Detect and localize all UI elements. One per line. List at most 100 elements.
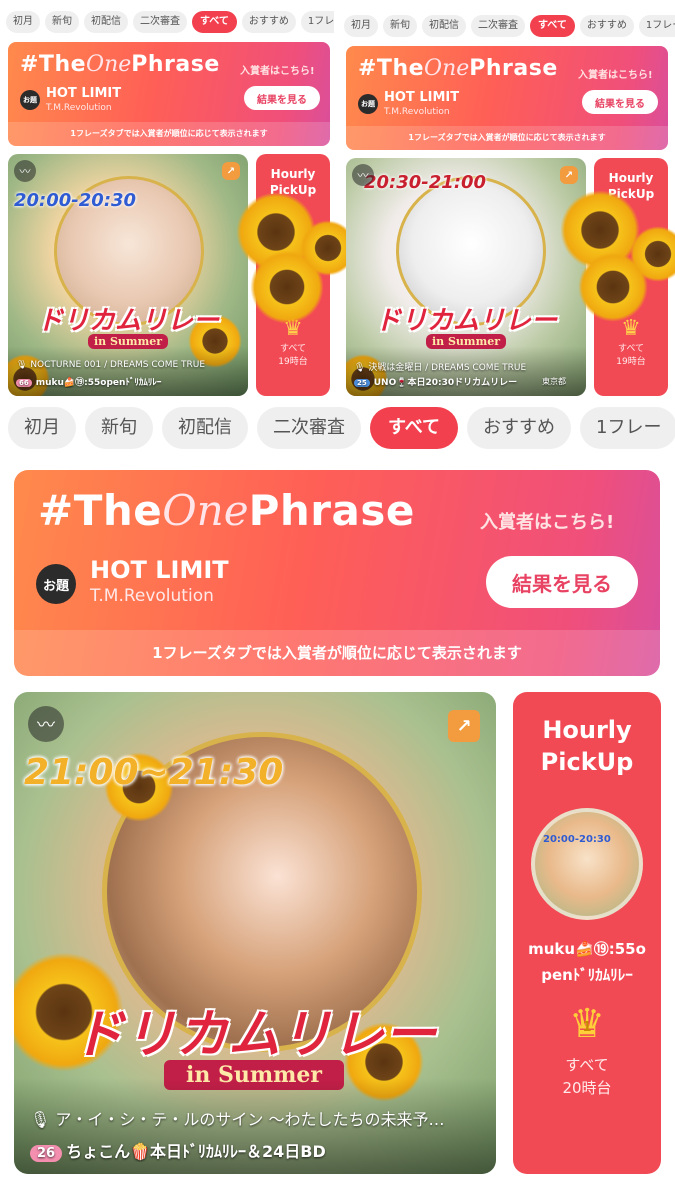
pickup-hour: 20時台 bbox=[562, 1079, 612, 1097]
pickup-title: Hourly PickUp bbox=[540, 716, 634, 776]
pickup-avatar-time: 20:00-20:30 bbox=[543, 834, 611, 845]
trending-up-icon: ↗ bbox=[222, 162, 240, 180]
tab-second-review[interactable]: 二次審査 bbox=[471, 15, 525, 37]
sound-wave-icon: 〰 bbox=[352, 164, 374, 186]
room-time-slot: 20:00-20:30 bbox=[14, 190, 137, 211]
tab-one-phrase[interactable]: 1フレー bbox=[300, 11, 334, 33]
banner-title-one: One bbox=[162, 486, 249, 535]
banner-title-one: One bbox=[86, 52, 132, 77]
pickup-scope: すべて bbox=[565, 1056, 609, 1074]
pickup-title: Hourly PickUp bbox=[269, 167, 317, 197]
banner-title-suffix: Phrase bbox=[131, 52, 220, 77]
trending-up-icon: ↗ bbox=[560, 166, 578, 184]
room-user-line: 25 UNO🍷本日20:30ドリカムリレー bbox=[354, 375, 534, 388]
crown-rank: 1 bbox=[582, 1020, 592, 1035]
winners-link[interactable]: 入賞者はこちら! bbox=[480, 508, 614, 534]
room-time-slot: 21:00~21:30 bbox=[24, 752, 284, 793]
winners-link[interactable]: 入賞者はこちら! bbox=[240, 62, 315, 77]
room-song: ア・イ・シ・テ・ルのサイン 〜わたしたちの未来予… bbox=[55, 1110, 445, 1129]
tab-recommended[interactable]: おすすめ bbox=[579, 15, 634, 37]
banner-note: 1フレーズタブでは入賞者が順位に応じて表示されます bbox=[8, 122, 330, 146]
pickup-avatar[interactable]: 20:00-20:30 bbox=[531, 808, 643, 920]
tab-first-stream[interactable]: 初配信 bbox=[162, 407, 248, 449]
room-time-slot: 20:30-21:00 bbox=[364, 172, 487, 193]
microphone-icon: 🎙 bbox=[30, 1110, 51, 1129]
live-room-card[interactable]: 21:00~21:30 ドリカムリレー in Summer 〰 ↗ 🎙 ア・イ・… bbox=[14, 692, 496, 1174]
banner-note: 1フレーズタブでは入賞者が順位に応じて表示されます bbox=[346, 126, 668, 150]
tab-shinjun[interactable]: 新旬 bbox=[383, 15, 417, 37]
tab-one-phrase[interactable]: 1フレー bbox=[580, 407, 675, 449]
room-song: 決戦は金曜日 / DREAMS COME TRUE bbox=[368, 363, 527, 373]
pickup-scope: すべて bbox=[279, 344, 306, 354]
sound-wave-icon: 〰 bbox=[28, 706, 64, 742]
tab-second-review[interactable]: 二次審査 bbox=[133, 11, 187, 33]
banner-title: #The One Phrase bbox=[358, 56, 558, 81]
pickup-user-name: muku🍰⑲:55openﾄﾞﾘｶﾑﾘﾚｰ bbox=[528, 940, 646, 984]
category-tab-bar: 初月 新旬 初配信 二次審査 すべて おすすめ 1フレー bbox=[344, 14, 675, 38]
room-user-name: muku🍰⑲:55openﾄﾞﾘｶﾑﾘﾚｰ bbox=[35, 378, 162, 388]
banner-title-prefix: #The bbox=[358, 56, 425, 81]
topic-chip: お題 bbox=[20, 90, 40, 110]
view-results-button[interactable]: 結果を見る bbox=[486, 556, 638, 608]
tab-first-stream[interactable]: 初配信 bbox=[84, 11, 128, 33]
room-user-name: ちょこん🍿本日ﾄﾞﾘｶﾑﾘﾚｰ＆24日BD bbox=[66, 1142, 326, 1161]
category-tab-bar: 初月 新旬 初配信 二次審査 すべて おすすめ 1フレー bbox=[8, 406, 675, 450]
view-results-button[interactable]: 結果を見る bbox=[582, 90, 658, 114]
view-results-button[interactable]: 結果を見る bbox=[244, 86, 320, 110]
tab-hatsuzuki[interactable]: 初月 bbox=[344, 15, 378, 37]
tab-first-stream[interactable]: 初配信 bbox=[422, 15, 466, 37]
one-phrase-banner[interactable]: #The One Phrase 入賞者はこちら! お題 HOT LIMIT T.… bbox=[14, 470, 660, 676]
banner-note: 1フレーズタブでは入賞者が順位に応じて表示されます bbox=[14, 630, 660, 676]
user-level-badge: 26 bbox=[30, 1145, 63, 1162]
tab-recommended[interactable]: おすすめ bbox=[241, 11, 296, 33]
microphone-icon: 🎙 bbox=[354, 363, 366, 373]
banner-title-suffix: Phrase bbox=[248, 486, 415, 535]
tab-second-review[interactable]: 二次審査 bbox=[257, 407, 361, 449]
banner-title-one: One bbox=[424, 56, 470, 81]
room-song-line: 🎙 ア・イ・シ・テ・ルのサイン 〜わたしたちの未来予… bbox=[30, 1106, 484, 1130]
pickup-scope: すべて bbox=[617, 344, 644, 354]
microphone-icon: 🎙 bbox=[16, 360, 28, 370]
banner-title: #The One Phrase bbox=[20, 52, 220, 77]
room-song-line: 🎙 決戦は金曜日 / DREAMS COME TRUE bbox=[354, 360, 580, 373]
relay-logo: ドリカムリレー bbox=[71, 1005, 436, 1065]
topic-chip: お題 bbox=[358, 94, 378, 114]
mini-screen-left: 初月 新旬 初配信 二次審査 すべて おすすめ 1フレー #The One Ph… bbox=[0, 0, 356, 400]
tab-hatsuzuki[interactable]: 初月 bbox=[6, 11, 40, 33]
live-room-card[interactable]: 20:00-20:30 ドリカムリレー in Summer 〰 ↗ 🎙 NOCT… bbox=[8, 154, 248, 396]
mini-screen-right: 初月 新旬 初配信 二次審査 すべて おすすめ 1フレー #The One Ph… bbox=[338, 0, 675, 400]
tab-all[interactable]: すべて bbox=[530, 15, 575, 37]
main-screen: 初月 新旬 初配信 二次審査 すべて おすすめ 1フレー #The One Ph… bbox=[0, 402, 675, 1200]
user-level-badge: 66 bbox=[16, 379, 32, 387]
room-user-name: UNO🍷本日20:30ドリカムリレー bbox=[373, 378, 518, 388]
room-song-line: 🎙 NOCTURNE 001 / DREAMS COME TRUE bbox=[16, 360, 242, 370]
relay-logo: ドリカムリレー bbox=[374, 306, 557, 336]
one-phrase-banner[interactable]: #The One Phrase 入賞者はこちら! お題 HOT LIMIT T.… bbox=[8, 42, 330, 146]
hourly-pickup-panel[interactable]: Hourly PickUp 20:00-20:30 muku🍰⑲:55openﾄ… bbox=[513, 692, 661, 1174]
topic-song-title: HOT LIMIT bbox=[46, 86, 122, 101]
topic-artist: T.M.Revolution bbox=[46, 103, 112, 113]
live-room-card[interactable]: 20:30-21:00 ドリカムリレー in Summer 〰 ↗ 🎙 決戦は金… bbox=[346, 158, 586, 396]
tab-hatsuzuki[interactable]: 初月 bbox=[8, 407, 76, 449]
banner-title-prefix: #The bbox=[20, 52, 87, 77]
sound-wave-icon: 〰 bbox=[14, 160, 36, 182]
tab-one-phrase[interactable]: 1フレー bbox=[638, 15, 675, 37]
banner-title-suffix: Phrase bbox=[469, 56, 558, 81]
tab-recommended[interactable]: おすすめ bbox=[467, 407, 572, 449]
topic-song-title: HOT LIMIT bbox=[384, 90, 460, 105]
tab-all[interactable]: すべて bbox=[370, 407, 459, 449]
topic-artist: T.M.Revolution bbox=[384, 107, 450, 117]
tab-shinjun[interactable]: 新旬 bbox=[45, 11, 79, 33]
category-tab-bar: 初月 新旬 初配信 二次審査 すべて おすすめ 1フレー bbox=[6, 10, 334, 34]
topic-chip: お題 bbox=[36, 564, 76, 604]
winners-link[interactable]: 入賞者はこちら! bbox=[578, 66, 653, 81]
tab-all[interactable]: すべて bbox=[192, 11, 237, 33]
room-song: NOCTURNE 001 / DREAMS COME TRUE bbox=[30, 360, 206, 370]
banner-title: #The One Phrase bbox=[38, 486, 415, 535]
room-user-line: 66 muku🍰⑲:55openﾄﾞﾘｶﾑﾘﾚｰ bbox=[16, 375, 242, 388]
topic-artist: T.M.Revolution bbox=[90, 586, 214, 606]
pickup-hour: 19時台 bbox=[278, 357, 308, 367]
tab-shinjun[interactable]: 新旬 bbox=[85, 407, 153, 449]
user-level-badge: 25 bbox=[354, 379, 370, 387]
one-phrase-banner[interactable]: #The One Phrase 入賞者はこちら! お題 HOT LIMIT T.… bbox=[346, 46, 668, 150]
